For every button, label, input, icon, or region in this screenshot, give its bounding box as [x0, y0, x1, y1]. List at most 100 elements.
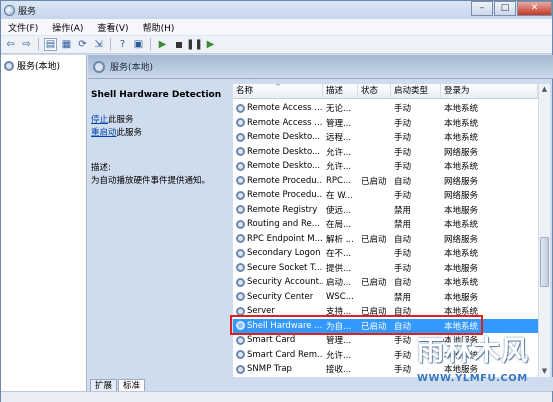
column-header-description[interactable]: 描述	[323, 84, 358, 99]
menu-view[interactable]: 查看(V)	[90, 21, 135, 34]
console-tree-icon[interactable]: ▤	[44, 38, 57, 51]
services-app-icon	[4, 4, 15, 16]
service-startup-type-cell: 手动	[394, 133, 412, 144]
service-row[interactable]: Remote Access ... 无论... 手动 本地系统	[233, 101, 538, 116]
service-name-cell: Remote Deskto...	[233, 147, 323, 157]
service-log-on-as-cell: 本地系统	[444, 118, 479, 129]
service-startup-type-cell: 手动	[394, 191, 412, 202]
menu-help[interactable]: 帮助(H)	[136, 21, 182, 34]
service-description-cell: RPC...	[326, 175, 352, 186]
service-row[interactable]: Secondary Logon 在不... 手动 本地系统	[233, 246, 538, 261]
service-name-cell: Remote Procedu...	[233, 190, 323, 200]
service-name-cell: Security Account...	[233, 277, 323, 287]
service-row[interactable]: Secure Socket T... 提供... 手动 本地服务	[233, 261, 538, 276]
service-description-cell: 允许...	[326, 147, 352, 158]
gear-icon	[93, 60, 105, 73]
service-description-cell: 使远...	[326, 205, 352, 216]
pause-service-icon[interactable]: ❚❚	[186, 38, 203, 51]
service-log-on-as-cell: 本地系统	[444, 133, 479, 144]
service-startup-type-cell: 手动	[394, 147, 412, 158]
service-name-cell: Security Center	[233, 292, 323, 302]
description-text: 为自动播放硬件事件提供通知。	[91, 176, 211, 186]
service-log-on-as-cell: 网络服务	[444, 147, 479, 158]
service-gear-icon	[236, 147, 245, 157]
export-list-icon[interactable]: ⇲	[92, 38, 105, 51]
service-name-text: SNMP Trap	[247, 364, 292, 375]
restart-service-suffix: 此服务	[116, 128, 143, 138]
toolbar: ⇦ ⇨ ▤ ▦ ⟳ ⇲ ? ▣ ▶ ❚❚ ▶	[1, 36, 552, 54]
scrollbar-thumb[interactable]	[540, 237, 549, 287]
service-startup-type-cell: 手动	[394, 104, 412, 115]
service-gear-icon	[236, 176, 245, 186]
stop-service-link[interactable]: 停止	[91, 115, 108, 125]
back-arrow-icon[interactable]: ⇦	[4, 38, 17, 51]
service-gear-icon	[236, 292, 245, 302]
toolbar-separator	[110, 38, 111, 51]
service-log-on-as-cell: 本地服务	[444, 292, 479, 303]
service-log-on-as-cell: 本地系统	[444, 249, 479, 260]
service-log-on-as-cell: 本地系统	[444, 220, 479, 231]
service-name-cell: Secondary Logon	[233, 248, 323, 258]
service-log-on-as-cell: 本地服务	[444, 205, 479, 216]
service-description-cell: 管理...	[326, 336, 352, 347]
column-header-log-on-as[interactable]: 登录为	[441, 84, 538, 99]
service-gear-icon	[236, 161, 245, 171]
service-name-cell: Routing and Re...	[233, 219, 323, 229]
service-gear-icon	[236, 248, 245, 258]
service-row[interactable]: Remote Procedu... 在 W... 手动 网络服务	[233, 188, 538, 203]
service-name-text: Remote Deskto...	[247, 161, 321, 172]
service-row[interactable]: Remote Deskto... 远程... 手动 本地系统	[233, 130, 538, 145]
service-description-cell: 解析 ...	[326, 234, 354, 245]
menu-action[interactable]: 操作(A)	[45, 21, 90, 34]
service-row[interactable]: Security Center WSC... 禁用 本地服务	[233, 290, 538, 305]
service-log-on-as-cell: 网络服务	[444, 176, 479, 187]
start-service-icon[interactable]: ▶	[156, 38, 169, 51]
maximize-button[interactable]: □	[494, 1, 516, 16]
tab-extended[interactable]: 扩展	[90, 379, 118, 391]
column-header-status[interactable]: 状态	[358, 84, 391, 99]
description-label: 描述:	[91, 163, 111, 173]
window-title: 服务	[18, 6, 37, 17]
service-description-cell: 启动...	[326, 278, 352, 289]
service-description-cell: 无论...	[326, 104, 352, 115]
show-hide-icon[interactable]: ▣	[132, 38, 145, 51]
panel-header: 服务(本地)	[88, 55, 553, 79]
close-button[interactable]: ✕	[517, 1, 552, 16]
service-row[interactable]: RPC Endpoint M... 解析 ... 已启动 自动 网络服务	[233, 232, 538, 247]
service-row[interactable]: Routing and Re... 在局... 禁用 本地系统	[233, 217, 538, 232]
service-details-pane: Shell Hardware Detection 停止此服务 重启动此服务 描述…	[88, 79, 233, 377]
restart-service-link[interactable]: 重启动	[91, 128, 117, 138]
scroll-up-icon[interactable]: ▲	[539, 84, 550, 95]
service-row[interactable]: Remote Procedu... RPC... 已启动 自动 网络服务	[233, 174, 538, 189]
service-row[interactable]: Remote Deskto... 允许... 手动 网络服务	[233, 145, 538, 160]
help-icon[interactable]: ?	[116, 38, 129, 51]
service-row[interactable]: Remote Registry 使远... 禁用 本地服务	[233, 203, 538, 218]
service-name-text: Remote Deskto...	[247, 146, 321, 157]
forward-arrow-icon[interactable]: ⇨	[20, 38, 33, 51]
service-row[interactable]: Remote Access ... 管理... 手动 本地系统	[233, 116, 538, 131]
service-gear-icon	[236, 190, 245, 200]
column-header-startup-type[interactable]: 启动类型	[391, 84, 441, 99]
tab-standard[interactable]: 标准	[118, 379, 146, 391]
service-description-cell: 远程...	[326, 133, 352, 144]
service-gear-icon	[236, 118, 245, 128]
service-name-cell: Remote Deskto...	[233, 161, 323, 171]
service-startup-type-cell: 禁用	[394, 205, 412, 216]
column-header-name[interactable]: 名称 ^	[233, 84, 323, 99]
service-gear-icon	[236, 277, 245, 287]
service-row[interactable]: Security Account... 启动... 已启动 自动 本地系统	[233, 275, 538, 290]
tree-item-services-local[interactable]: 服务(本地)	[4, 59, 60, 72]
restart-service-icon[interactable]: ▶	[204, 38, 217, 51]
service-name-text: Secure Socket T...	[247, 262, 323, 273]
service-row[interactable]: Remote Deskto... 允许... 手动 本地系统	[233, 159, 538, 174]
refresh-icon[interactable]: ⟳	[76, 38, 89, 51]
service-name-text: RPC Endpoint M...	[247, 233, 323, 244]
stop-service-icon[interactable]	[172, 38, 185, 51]
service-name-text: Secondary Logon	[247, 248, 321, 259]
menu-file[interactable]: 文件(F)	[1, 21, 45, 34]
minimize-button[interactable]: –	[471, 1, 493, 16]
properties-icon[interactable]: ▦	[60, 38, 73, 51]
service-gear-icon	[236, 205, 245, 215]
service-description-cell: 提供...	[326, 263, 352, 274]
service-name-cell: RPC Endpoint M...	[233, 234, 323, 244]
